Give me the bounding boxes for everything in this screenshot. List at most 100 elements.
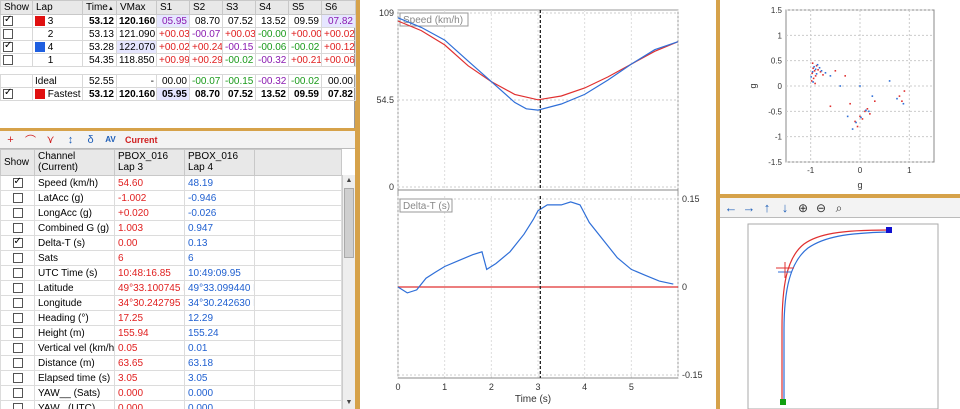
channel-checkbox[interactable]	[12, 177, 23, 188]
col-s2[interactable]: S2	[189, 0, 223, 15]
lap-color-swatch[interactable]	[35, 55, 45, 65]
scroll-down-icon[interactable]: ▼	[343, 397, 355, 409]
lap-checkbox[interactable]	[3, 54, 13, 65]
channel-row[interactable]: Speed (km/h)54.6048.19	[0, 175, 342, 191]
col-show[interactable]: Show	[0, 0, 33, 15]
channel-row[interactable]: Sats 6 6	[0, 250, 342, 266]
y-tick-label: 0	[389, 182, 394, 192]
channel-row[interactable]: Height (m) 155.94 155.24	[0, 325, 342, 341]
lap-row[interactable]: 4 53.28 122.070 +00.02 +00.24 -00.15 -00…	[0, 40, 356, 54]
arrow-down-icon[interactable]: ↓	[778, 200, 792, 215]
channel-row[interactable]: Distance (m) 63.65 63.18	[0, 355, 342, 371]
channel-checkbox[interactable]	[12, 267, 23, 278]
channel-row[interactable]: Latitude 49°33.100745 N 49°33.099440 N	[0, 280, 342, 296]
channel-name: Vertical vel (km/h)	[34, 340, 115, 356]
lap-color-swatch[interactable]	[35, 29, 45, 39]
channel-row[interactable]: LatAcc (g) -1.002 -0.946	[0, 190, 342, 206]
lap-cell: 2	[32, 27, 83, 41]
col-lap-b[interactable]: PBOX_016 Lap 4	[184, 149, 255, 176]
col-lap[interactable]: Lap	[32, 0, 83, 15]
ideal-label: Ideal	[32, 74, 83, 88]
scroll-up-icon[interactable]: ▲	[343, 175, 355, 187]
channel-checkbox[interactable]	[12, 207, 23, 218]
time-chart-panel[interactable]: 109 54.5 0 Speed (km/h) 0.15 0 -0.15 Delta-T (s…	[360, 0, 716, 409]
scatter-point	[820, 70, 823, 72]
lap-row[interactable]: 3 53.12 120.160 05.95 08.70 07.52 13.52 …	[0, 14, 356, 28]
sector-time: +00.03	[222, 27, 256, 41]
lap-color-swatch[interactable]	[35, 15, 45, 26]
channel-row[interactable]: YAW_ (UTC) 0.000 0.000	[0, 400, 342, 409]
channel-checkbox[interactable]	[12, 312, 23, 323]
x-tick-label: 1	[907, 166, 912, 175]
channel-checkbox[interactable]	[12, 387, 23, 398]
col-s5[interactable]: S5	[288, 0, 322, 15]
col-s3[interactable]: S3	[222, 0, 256, 15]
plot-frame	[397, 9, 679, 379]
lap-checkbox[interactable]	[3, 42, 13, 52]
fastest-checkbox[interactable]	[3, 89, 13, 99]
channel-row[interactable]: UTC Time (s) 10:48:16.85 10:49:09.95	[0, 265, 342, 281]
channel-show-cell	[0, 370, 35, 386]
channel-row[interactable]: LongAcc (g) +0.020 -0.026	[0, 205, 342, 221]
col-channel[interactable]: Channel (Current)	[34, 149, 115, 176]
zoom-out-icon[interactable]: ⊖	[814, 201, 828, 215]
col-s4[interactable]: S4	[255, 0, 289, 15]
channel-checkbox[interactable]	[12, 342, 23, 353]
track-map-panel[interactable]	[720, 218, 960, 409]
delta-icon[interactable]: δ	[83, 133, 98, 147]
fastest-color-swatch[interactable]	[35, 88, 45, 99]
col-s6[interactable]: S6	[321, 0, 356, 15]
av-icon[interactable]: AV	[103, 133, 118, 147]
col-s1[interactable]: S1	[156, 0, 190, 15]
track-map[interactable]	[720, 218, 960, 409]
arrow-right-icon[interactable]: →	[742, 200, 756, 215]
channel-checkbox[interactable]	[12, 282, 23, 293]
channel-checkbox[interactable]	[12, 192, 23, 203]
lap-number: 4	[47, 41, 54, 53]
fastest-row[interactable]: Fastest 53.12 120.160 05.95 08.70 07.52 …	[0, 87, 356, 101]
channel-checkbox[interactable]	[12, 402, 23, 409]
channel-checkbox[interactable]	[12, 252, 23, 263]
gg-plot[interactable]: 1.5 1 0.5 0 -0.5 -1 -1.5 -1 0 1 g g	[720, 0, 960, 194]
channel-checkbox[interactable]	[12, 357, 23, 368]
col-vmax[interactable]: VMax	[116, 0, 157, 15]
channel-row[interactable]: Combined G (g) 1.003 0.947	[0, 220, 342, 236]
channel-row[interactable]: YAW__ (Sats) 0.000 0.000	[0, 385, 342, 401]
lap-row[interactable]: 2 53.13 121.090 +00.03 -00.07 +00.03 -00…	[0, 27, 356, 41]
channel-checkbox[interactable]	[12, 237, 23, 248]
split-icon[interactable]: ⋎	[43, 133, 58, 147]
col-lap-a-name: PBOX_016	[118, 151, 169, 162]
channels-scrollbar[interactable]: ▲ ▼	[342, 175, 355, 409]
channel-row[interactable]: Vertical vel (km/h) 0.05 0.01	[0, 340, 342, 356]
channel-checkbox[interactable]	[12, 372, 23, 383]
curve-icon[interactable]: ⌒	[23, 133, 38, 147]
scroll-thumb[interactable]	[344, 188, 354, 258]
sector-time: +00.24	[189, 40, 223, 54]
channel-row[interactable]: Elapsed time (s) 3.05 3.05	[0, 370, 342, 386]
lap-cell: 1	[32, 53, 83, 67]
channel-checkbox[interactable]	[12, 222, 23, 233]
col-show[interactable]: Show	[0, 149, 35, 176]
current-button[interactable]: Current	[125, 135, 158, 145]
scatter-point	[811, 71, 814, 73]
channel-row[interactable]: Longitude 34°30.242795 E 34°30.242630 E	[0, 295, 342, 311]
lap-color-swatch[interactable]	[35, 41, 45, 52]
sort-icon[interactable]: ↕	[63, 133, 78, 147]
lap-checkbox[interactable]	[3, 16, 13, 26]
channel-value-a: 54.60	[114, 175, 185, 191]
channel-row[interactable]: Delta-T (s)0.000.13	[0, 235, 342, 251]
time-chart[interactable]: 109 54.5 0 Speed (km/h) 0.15 0 -0.15 Delta-T (s…	[360, 0, 716, 409]
lap-checkbox[interactable]	[3, 28, 13, 39]
gg-plot-panel[interactable]: 1.5 1 0.5 0 -0.5 -1 -1.5 -1 0 1 g g	[720, 0, 960, 194]
zoom-fit-icon[interactable]: ⌕	[832, 201, 846, 215]
col-lap-a[interactable]: PBOX_016 Lap 3	[114, 149, 185, 176]
channel-checkbox[interactable]	[12, 297, 23, 308]
zoom-in-icon[interactable]: ⊕	[796, 201, 810, 215]
channel-checkbox[interactable]	[12, 327, 23, 338]
add-marker-icon[interactable]: +	[3, 133, 18, 147]
arrow-up-icon[interactable]: ↑	[760, 200, 774, 215]
col-time[interactable]: Time▲	[82, 0, 117, 15]
channel-row[interactable]: Heading (°) 17.25 12.29	[0, 310, 342, 326]
arrow-left-icon[interactable]: ←	[724, 200, 738, 215]
lap-row[interactable]: 1 54.35 118.850 +00.99 +00.29 -00.02 -00…	[0, 53, 356, 67]
